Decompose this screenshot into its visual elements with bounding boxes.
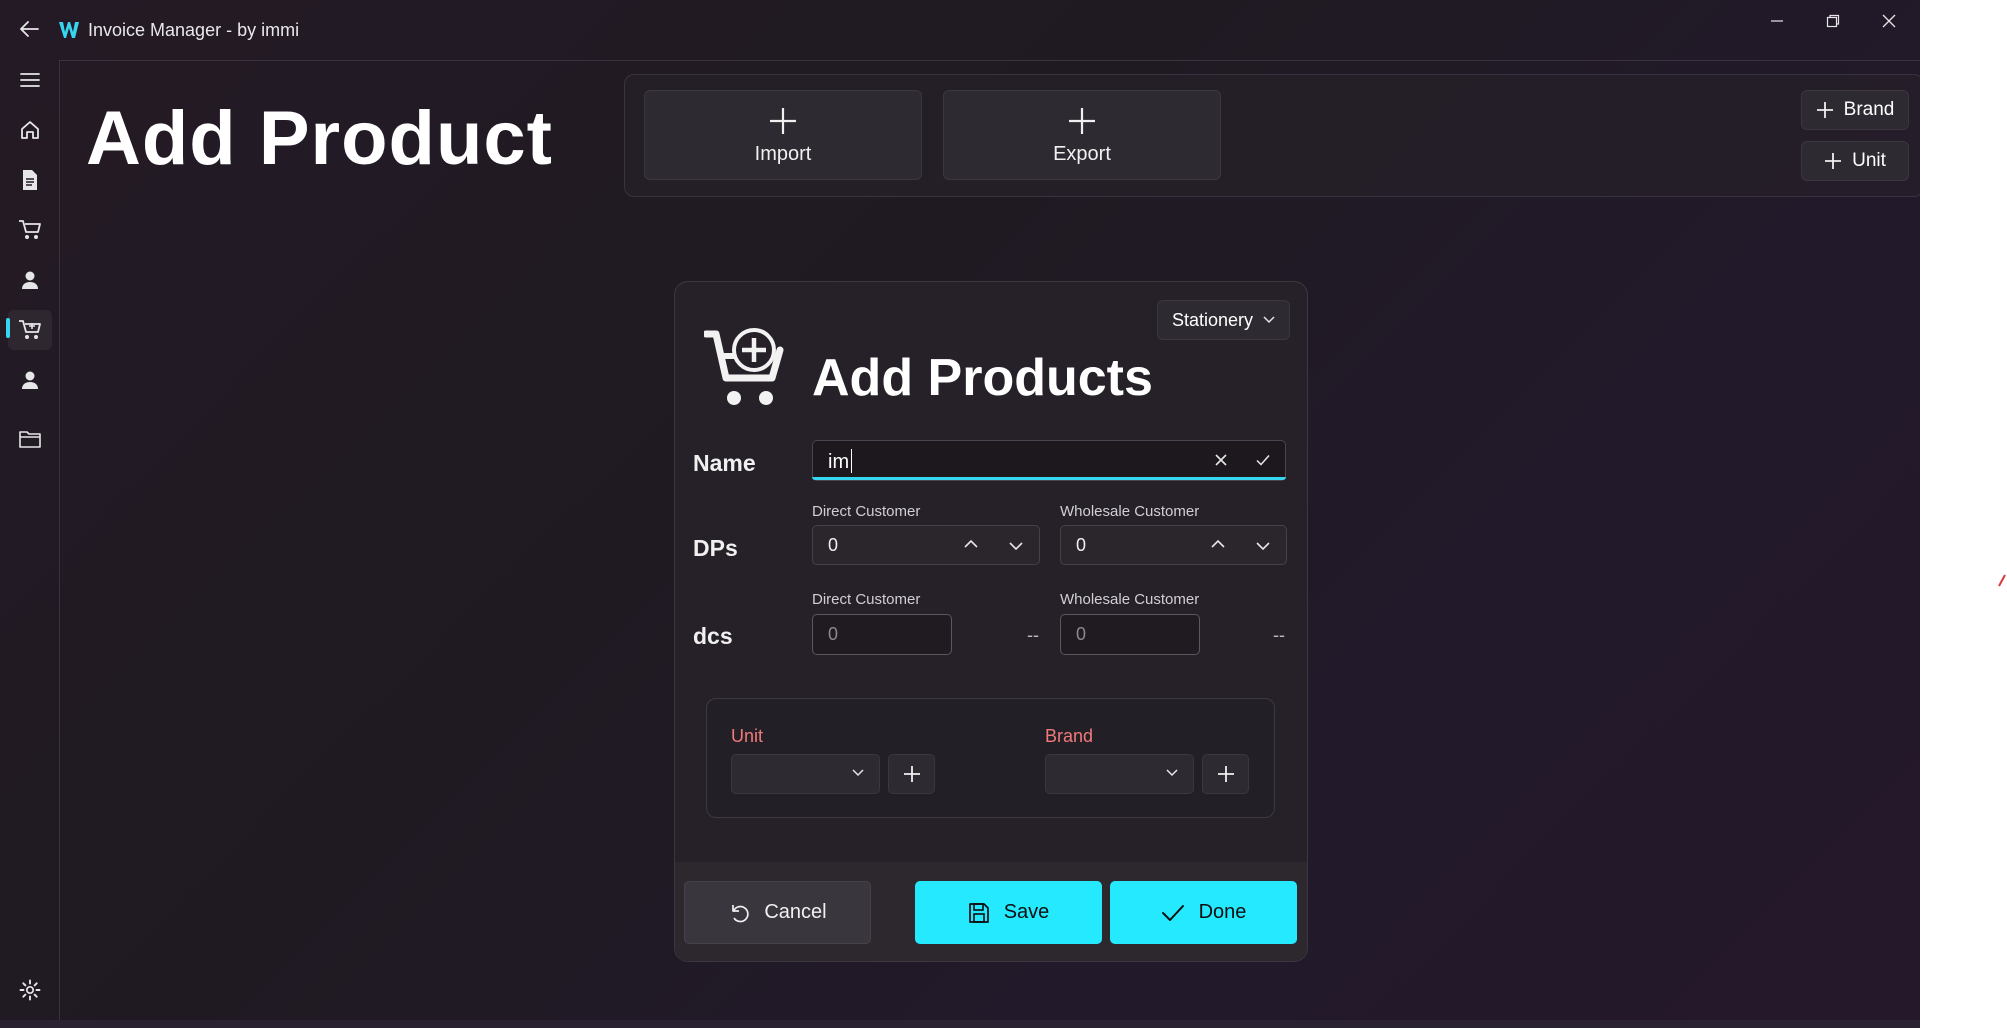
nav-rail xyxy=(0,60,60,1028)
add-brand-button[interactable]: Brand xyxy=(1801,90,1909,130)
restore-button[interactable] xyxy=(1804,8,1862,34)
nav-products[interactable] xyxy=(8,310,52,350)
cancel-button[interactable]: Cancel xyxy=(684,881,871,944)
dp-wholesale-customer-label: Wholesale Customer xyxy=(1060,503,1200,520)
dp-direct-customer-label: Direct Customer xyxy=(812,503,921,520)
document-icon xyxy=(23,170,37,190)
brand-label: Brand xyxy=(1045,726,1094,746)
name-input-focus-underline xyxy=(812,477,1286,480)
dp-direct-number-box[interactable] xyxy=(812,525,1040,565)
app-window: Invoice Manager - by immi Add Product Im… xyxy=(0,0,1920,1028)
name-label: Name xyxy=(693,450,756,476)
chevron-down-icon[interactable] xyxy=(1255,540,1271,552)
app-logo-icon xyxy=(58,20,80,40)
dcs-wholesale-placeholder: 0 xyxy=(1076,624,1087,644)
export-button[interactable]: Export xyxy=(943,90,1221,180)
add-brand-label: Brand xyxy=(1843,99,1895,120)
chevron-down-icon[interactable] xyxy=(1008,540,1024,552)
chevron-down-icon xyxy=(1263,316,1275,324)
close-icon xyxy=(1882,14,1896,28)
menu-button[interactable] xyxy=(8,60,52,100)
page-title: Add Product xyxy=(86,96,553,181)
category-dropdown[interactable]: Stationery xyxy=(1157,300,1290,340)
person-icon xyxy=(22,371,38,389)
nav-customers[interactable] xyxy=(8,260,52,300)
back-arrow-icon[interactable] xyxy=(18,18,40,40)
dp-wholesale-value: 0 xyxy=(1076,535,1087,555)
home-icon xyxy=(21,121,39,139)
nav-invoices[interactable] xyxy=(8,160,52,200)
dcs-direct-placeholder: 0 xyxy=(828,624,839,644)
minimize-button[interactable] xyxy=(1748,8,1806,34)
folder-icon xyxy=(19,431,41,448)
done-button[interactable]: Done xyxy=(1110,881,1297,944)
dcs-wholesale-customer-label: Wholesale Customer xyxy=(1060,591,1200,608)
dcs-direct-suffix: -- xyxy=(1027,625,1039,645)
clear-icon[interactable] xyxy=(1213,452,1229,468)
export-label: Export xyxy=(1053,142,1111,165)
save-button[interactable]: Save xyxy=(915,881,1102,944)
dcs-wholesale-suffix: -- xyxy=(1273,625,1285,645)
plus-icon xyxy=(903,766,920,782)
nav-active-indicator xyxy=(6,318,10,338)
add-unit-button[interactable]: Unit xyxy=(1801,141,1909,181)
save-label: Save xyxy=(1003,901,1050,923)
window-bottom-edge xyxy=(0,1020,1920,1028)
text-caret xyxy=(851,449,852,473)
dps-label: DPs xyxy=(693,535,738,561)
dp-direct-value: 0 xyxy=(828,535,839,555)
undo-icon xyxy=(732,904,750,922)
chevron-down-icon xyxy=(1166,769,1178,777)
category-value: Stationery xyxy=(1171,309,1254,330)
cart-add-icon xyxy=(704,326,790,408)
stray-red-mark xyxy=(1998,574,2006,588)
chevron-up-icon[interactable] xyxy=(963,538,979,550)
gear-icon xyxy=(19,979,41,1001)
cancel-label: Cancel xyxy=(764,901,827,923)
add-unit-inline-button[interactable] xyxy=(888,754,935,794)
plus-icon xyxy=(1069,107,1095,134)
cart-icon xyxy=(19,220,41,239)
hamburger-icon xyxy=(20,73,40,87)
nav-cart[interactable] xyxy=(8,210,52,250)
title-bar: Invoice Manager - by immi xyxy=(0,0,1920,60)
app-title: Invoice Manager - by immi xyxy=(88,20,300,40)
nav-home[interactable] xyxy=(8,110,52,150)
dcs-direct-customer-label: Direct Customer xyxy=(812,591,921,608)
dp-wholesale-number-box[interactable] xyxy=(1060,525,1287,565)
plus-icon xyxy=(770,107,796,134)
restore-icon xyxy=(1826,14,1840,28)
import-label: Import xyxy=(754,142,812,165)
person-icon xyxy=(22,271,38,289)
nav-settings[interactable] xyxy=(8,970,52,1010)
chevron-down-icon xyxy=(852,769,864,777)
dcs-label: dcs xyxy=(693,623,733,649)
plus-icon xyxy=(1217,766,1234,782)
save-icon xyxy=(968,902,989,923)
import-button[interactable]: Import xyxy=(644,90,922,180)
add-unit-label: Unit xyxy=(1852,150,1886,171)
checkmark-icon xyxy=(1161,904,1184,921)
minimize-icon xyxy=(1771,20,1783,22)
name-input-value[interactable]: im xyxy=(828,451,849,474)
cart-add-icon xyxy=(19,320,41,339)
accept-check-icon[interactable] xyxy=(1255,452,1271,468)
add-brand-inline-button[interactable] xyxy=(1202,754,1249,794)
close-button[interactable] xyxy=(1860,8,1918,34)
dialog-title: Add Products xyxy=(812,349,1153,407)
done-label: Done xyxy=(1198,901,1247,923)
nav-users[interactable] xyxy=(8,360,52,400)
unit-label: Unit xyxy=(731,726,764,746)
plus-icon xyxy=(1825,153,1842,169)
plus-icon xyxy=(1816,102,1833,118)
nav-files[interactable] xyxy=(8,419,52,459)
chevron-up-icon[interactable] xyxy=(1210,538,1226,550)
